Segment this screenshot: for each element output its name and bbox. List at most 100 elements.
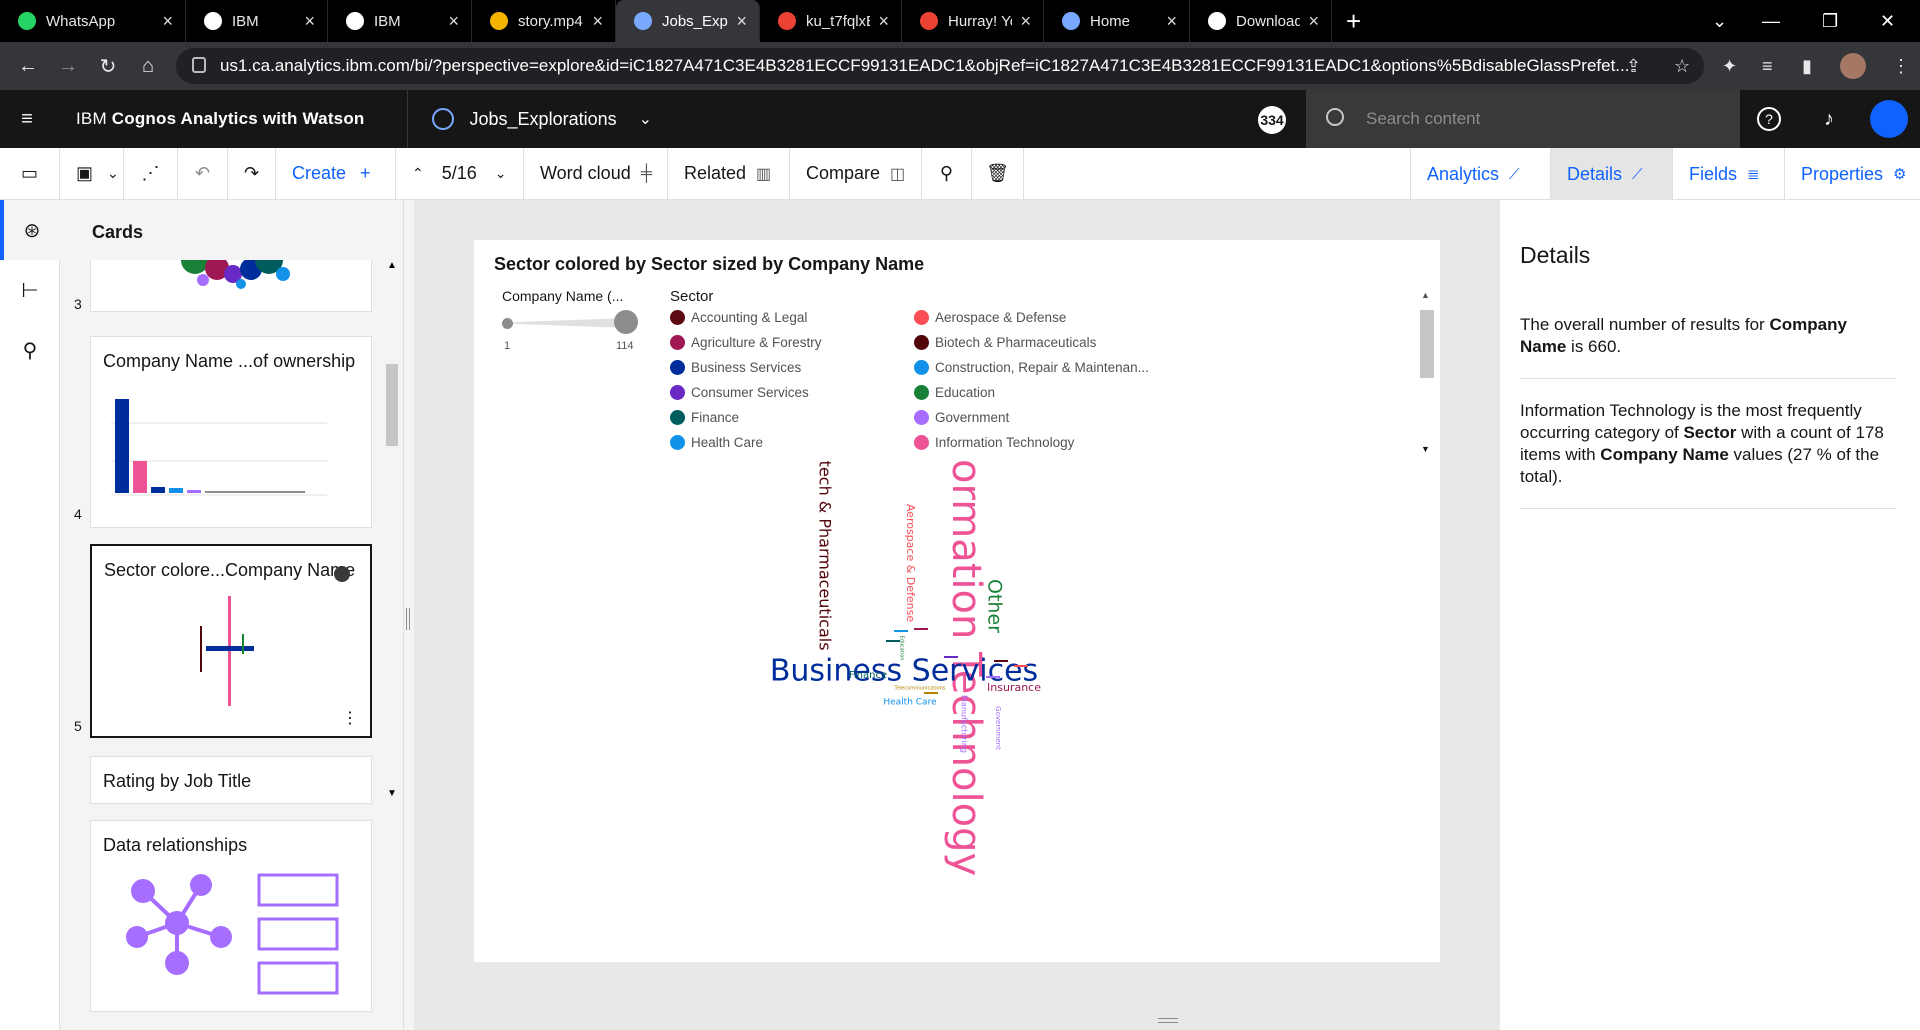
minimize-icon[interactable]: —	[1762, 0, 1780, 42]
scroll-up-icon[interactable]: ▲	[1421, 290, 1430, 300]
word-cloud-minor-word[interactable]	[994, 660, 1008, 662]
scrollbar-thumb[interactable]	[386, 364, 398, 446]
close-icon[interactable]: ×	[878, 11, 889, 32]
chevron-down-icon[interactable]: ⌄	[1712, 0, 1727, 42]
compare-button[interactable]: Compare ◫	[790, 147, 922, 200]
reload-icon[interactable]: ↻	[88, 54, 128, 79]
word-cloud-word[interactable]: Telecommunications	[893, 686, 945, 692]
legend-item[interactable]: Consumer Services	[670, 385, 809, 400]
word-cloud-word[interactable]: Biotech & Pharmaceuticals	[816, 460, 835, 651]
lock-icon[interactable]	[192, 57, 206, 73]
close-window-icon[interactable]: ✕	[1880, 0, 1895, 42]
close-icon[interactable]: ×	[592, 11, 603, 32]
word-cloud-minor-word[interactable]	[986, 676, 1000, 678]
related-button[interactable]: Related ▥	[668, 147, 790, 200]
browser-tab[interactable]: IBM ×	[186, 0, 328, 42]
scrollbar-thumb[interactable]	[1420, 310, 1434, 378]
word-cloud-minor-word[interactable]	[924, 692, 938, 694]
card-overflow-icon[interactable]: ⋮	[342, 708, 358, 728]
close-icon[interactable]: ×	[1020, 11, 1031, 32]
viz-type-selector[interactable]: Word cloud ╪	[524, 147, 668, 200]
cards-icon[interactable]: ⊛	[0, 200, 60, 260]
redo-icon[interactable]: ↷	[228, 147, 276, 200]
relationships-icon[interactable]: ⊢	[0, 260, 60, 320]
browser-tab[interactable]: Hurray! Your T ×	[902, 0, 1044, 42]
back-icon[interactable]: ←	[8, 55, 48, 78]
word-cloud-word[interactable]: Finance	[849, 670, 887, 681]
bell-icon[interactable]: ♪	[1814, 104, 1844, 134]
legend-item[interactable]: Education	[914, 385, 995, 400]
undo-icon[interactable]: ↶	[178, 147, 228, 200]
browser-tab[interactable]: IBM ×	[328, 0, 472, 42]
chevron-down-icon[interactable]: ⌄	[107, 165, 119, 182]
close-icon[interactable]: ×	[736, 11, 747, 32]
card-3[interactable]	[90, 260, 372, 312]
visualization-card[interactable]: Sector colored by Sector sized by Compan…	[474, 240, 1440, 962]
browser-tab[interactable]: Jobs_Explorati ×	[616, 0, 760, 42]
panel-resize-handle[interactable]	[406, 608, 410, 630]
chevron-down-icon[interactable]: ⌄	[639, 109, 652, 129]
pin-icon[interactable]: ⚲	[0, 320, 60, 380]
trash-icon[interactable]: 🗑	[972, 147, 1024, 200]
word-cloud-minor-word[interactable]	[1014, 665, 1028, 667]
browser-tab[interactable]: Home ×	[1044, 0, 1190, 42]
word-cloud-word[interactable]: Aerospace & Defense	[904, 504, 917, 623]
scroll-down-icon[interactable]: ▼	[1421, 444, 1430, 454]
user-avatar[interactable]	[1870, 100, 1908, 138]
word-cloud-word[interactable]: Other	[984, 579, 1006, 633]
notification-count-badge[interactable]: 334	[1258, 106, 1286, 134]
close-icon[interactable]: ×	[162, 11, 173, 32]
share-icon[interactable]: ⇪	[1626, 42, 1641, 90]
word-cloud[interactable]: Information TechnologyBusiness ServicesB…	[474, 460, 1440, 960]
word-cloud-minor-word[interactable]	[894, 630, 908, 632]
create-button[interactable]: Create +	[276, 147, 396, 200]
word-cloud-word[interactable]: Education	[899, 636, 905, 661]
star-icon[interactable]: ☆	[1674, 42, 1690, 90]
word-cloud-word[interactable]: Manufacturing	[960, 695, 969, 753]
browser-tab[interactable]: ku_t7fqlxBEv6c ×	[760, 0, 902, 42]
workspace-switcher[interactable]: Jobs_Explorations ⌄	[431, 108, 652, 130]
restore-icon[interactable]: ❐	[1822, 0, 1838, 42]
close-icon[interactable]: ×	[448, 11, 459, 32]
slider-max-handle[interactable]	[614, 310, 638, 334]
comment-icon[interactable]: ▭	[0, 147, 60, 200]
size-range-slider[interactable]	[502, 310, 638, 334]
page-navigator[interactable]: ⌃ 5/16 ⌄	[396, 147, 524, 200]
legend-item[interactable]: Accounting & Legal	[670, 310, 807, 325]
cards-scrollbar[interactable]: ▲ ▼	[382, 260, 400, 800]
tab-details[interactable]: Details ⟋	[1550, 148, 1672, 200]
share-icon[interactable]: ⋰	[124, 147, 178, 200]
legend-item[interactable]: Government	[914, 410, 1009, 425]
word-cloud-word[interactable]: Government	[994, 706, 1002, 750]
legend-item[interactable]: Health Care	[670, 435, 763, 450]
slider-min-handle[interactable]	[502, 318, 513, 329]
legend-item[interactable]: Business Services	[670, 360, 801, 375]
hamburger-menu-icon[interactable]: ≡	[0, 108, 54, 131]
legend-item[interactable]: Aerospace & Defense	[914, 310, 1066, 325]
chevron-up-icon[interactable]: ⌃	[412, 165, 424, 182]
card-rating[interactable]: Rating by Job Title	[90, 756, 372, 804]
profile-avatar[interactable]	[1840, 42, 1866, 90]
card-data-relationships[interactable]: Data relationships	[90, 820, 372, 1012]
help-icon[interactable]: ?	[1754, 104, 1784, 134]
scroll-up-icon[interactable]: ▲	[387, 260, 397, 271]
legend-item[interactable]: Biotech & Pharmaceuticals	[914, 335, 1096, 350]
media-icon[interactable]: ≡	[1762, 42, 1773, 90]
extensions-icon[interactable]: ✦	[1722, 42, 1737, 90]
card-4[interactable]: Company Name ...of ownership	[90, 336, 372, 528]
tab-analytics[interactable]: Analytics ⟋	[1410, 148, 1550, 200]
legend-item[interactable]: Finance	[670, 410, 739, 425]
pin-icon[interactable]: ⚲	[922, 147, 972, 200]
forward-icon[interactable]: →	[48, 55, 88, 78]
close-icon[interactable]: ×	[1166, 11, 1177, 32]
url-field[interactable]: us1.ca.analytics.ibm.com/bi/?perspective…	[176, 48, 1704, 84]
legend-scrollbar[interactable]: ▲ ▼	[1418, 288, 1434, 458]
scroll-down-icon[interactable]: ▼	[387, 788, 397, 799]
word-cloud-minor-word[interactable]	[914, 628, 928, 630]
browser-tab[interactable]: story.mp4 - Go ×	[472, 0, 616, 42]
canvas-resize-handle[interactable]	[1158, 1018, 1178, 1023]
word-cloud-word[interactable]: Insurance	[987, 681, 1041, 694]
chevron-down-icon[interactable]: ⌄	[495, 165, 507, 182]
word-cloud-minor-word[interactable]	[886, 640, 900, 642]
word-cloud-word[interactable]: Health Care	[883, 698, 937, 708]
